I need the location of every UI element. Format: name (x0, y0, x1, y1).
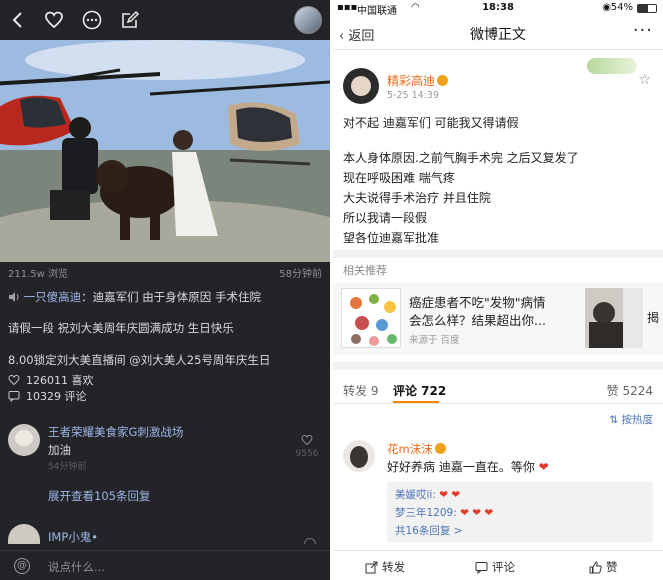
related-title-line-1: 癌症患者不吃"发物"病情 (409, 295, 546, 310)
post-author-link[interactable]: 一只傻高迪 (24, 290, 82, 304)
comment-heart-partial-icon (304, 538, 316, 544)
author-avatar[interactable] (343, 68, 379, 104)
post-date: 5-25 14:39 (387, 90, 439, 101)
navigation-bar: ‹ 返回 微博正文 ··· (333, 16, 663, 50)
section-divider (333, 250, 663, 258)
related-thumbnail (341, 288, 401, 348)
member-badge-icon (434, 443, 446, 454)
repost-button[interactable]: 转发 (365, 559, 405, 575)
commenter-avatar-2[interactable] (8, 524, 40, 544)
back-arrow-icon[interactable] (8, 10, 28, 30)
comment-icon (8, 391, 20, 402)
post-meta: 211.5w 浏览 58分钟前 (8, 265, 322, 280)
comment-time: 54分钟前 (48, 462, 87, 472)
heart-icon[interactable] (44, 10, 64, 30)
comment-text: 加油 (48, 443, 71, 457)
battery-icon (637, 4, 657, 13)
reply-line: 美媛哎ii: ❤ ❤ (395, 486, 645, 504)
more-options-icon[interactable]: ··· (633, 20, 653, 41)
comment-stat[interactable]: 10329 评论 (8, 388, 87, 404)
related-source: 来源于 百度 (409, 335, 460, 346)
food-collage-illustration (350, 294, 397, 346)
post-body-line: 现在呼吸困难 喘气疼 (343, 171, 455, 185)
tab-comments[interactable]: 评论 722 (393, 382, 446, 399)
related-heading: 相关推荐 (343, 264, 387, 277)
status-bar: ▪▪▪ 中国联通 ◠ 18:38 ◉ 54% (333, 0, 663, 17)
post-body-line: 所以我请一段假 (343, 211, 428, 225)
reply-author[interactable]: 梦三年1209: (395, 507, 457, 519)
comment-count: 10329 评论 (26, 390, 87, 403)
sort-by-hot-button[interactable]: ⇅ 按热度 (609, 412, 653, 427)
heart-emoji-icon: ❤ ❤ ❤ (460, 507, 494, 519)
post-text-line-3: 8.00锁定刘大美直播间 @刘大美人25号周年庆生日 (8, 353, 271, 367)
post-body-line: 对不起 迪嘉军们 可能我又得请假 (343, 116, 519, 130)
page-title: 微博正文 (470, 27, 526, 43)
commenter-name[interactable]: 王者荣耀美食家G刺激战场 (48, 424, 183, 440)
comment-input-bar[interactable]: @ 说点什么... (0, 550, 330, 580)
right-app-screen: ▪▪▪ 中国联通 ◠ 18:38 ◉ 54% ‹ 返回 微博正文 ··· ☆ 精… (333, 0, 663, 580)
like-heart-icon (8, 374, 20, 386)
related-thumbnail-2[interactable] (585, 288, 643, 348)
reply-line: 梦三年1209: ❤ ❤ ❤ (395, 504, 645, 522)
post-photo[interactable] (0, 40, 330, 262)
reply-preview-box[interactable]: 美媛哎ii: ❤ ❤ 梦三年1209: ❤ ❤ ❤ 共16条回复 > (387, 482, 653, 542)
commenter-avatar[interactable] (343, 440, 375, 472)
post-text-line-1: 一只傻高迪：迪嘉军们 由于身体原因 手术住院 (8, 289, 322, 305)
post-tabs: 转发 9 评论 722 赞 5224 (333, 374, 663, 404)
speaker-icon (9, 292, 19, 302)
at-mention-icon[interactable]: @ (14, 558, 30, 574)
heart-emoji-icon: ❤ (538, 460, 549, 474)
like-button[interactable]: 赞 (589, 559, 618, 575)
expand-replies-link[interactable]: 展开查看105条回复 (48, 488, 150, 504)
repost-icon (365, 561, 378, 573)
reply-author[interactable]: 美媛哎ii: (395, 489, 436, 501)
edit-icon[interactable] (120, 10, 140, 30)
comment-text: 好好养病 迪嘉一直在。等你 ❤ (387, 460, 549, 474)
comment-like-count: 9556 (295, 449, 319, 459)
related-title-line-2: 会怎么样？结果超出你... (409, 313, 546, 328)
post-time: 58分钟前 (279, 269, 322, 280)
battery-percent: 54% (610, 2, 633, 13)
post-text-line-2: 请假一段 祝刘大美周年庆圆满成功 生日快乐 (8, 321, 234, 335)
helicopter-photo-illustration (0, 40, 330, 262)
comment-like-button[interactable]: 9556 (294, 434, 320, 459)
tab-likes[interactable]: 赞 5224 (607, 382, 653, 399)
comment-input-placeholder[interactable]: 说点什么... (48, 559, 105, 575)
lock-rotation-icon: ◉ (602, 2, 611, 13)
comment-heart-icon (301, 434, 313, 446)
comment-button[interactable]: 评论 (475, 559, 515, 575)
post-body-line: 望各位迪嘉军批准 (343, 231, 440, 245)
left-app-screen: 211.5w 浏览 58分钟前 一只傻高迪：迪嘉军们 由于身体原因 手术住院 请… (0, 0, 330, 580)
author-name[interactable]: 精彩高迪 (387, 72, 449, 89)
tab-reposts[interactable]: 转发 9 (343, 382, 378, 399)
related-card-2-title-cut: 揭 (647, 311, 660, 325)
section-divider (333, 362, 663, 370)
post-body-line: 大夫说得手术治疗 并且住院 (343, 191, 491, 205)
sort-icon: ⇅ (609, 414, 622, 426)
more-circle-icon[interactable] (82, 10, 102, 30)
bottom-action-bar: 转发 评论 赞 (333, 550, 663, 580)
profile-avatar[interactable] (294, 6, 322, 34)
view-count: 211.5w 浏览 (8, 269, 68, 280)
verified-badge-icon (437, 75, 449, 86)
like-count: 126011 喜欢 (26, 374, 94, 387)
comment-icon (475, 561, 488, 574)
commenter-avatar[interactable] (8, 424, 40, 456)
left-top-bar (0, 0, 330, 40)
post-text-fragment: ：迪嘉军们 由于身体原因 手术住院 (81, 290, 261, 304)
post-body-line: 本人身体原因.之前气胸手术完 之后又复发了 (343, 151, 579, 165)
follow-star-icon[interactable]: ☆ (638, 72, 651, 88)
like-stat[interactable]: 126011 喜欢 (8, 372, 94, 388)
related-article-card[interactable]: 癌症患者不吃"发物"病情 会怎么样？结果超出你... 来源于 百度 揭 (333, 283, 663, 355)
active-tab-indicator (393, 401, 439, 403)
heart-emoji-icon: ❤ ❤ (439, 489, 461, 501)
commenter-name-2[interactable]: IMP小鬼• (48, 529, 98, 545)
decorative-badge (587, 58, 637, 74)
more-replies-link[interactable]: 共16条回复 > (395, 522, 645, 540)
thumbs-up-icon (589, 560, 602, 573)
commenter-name[interactable]: 花m沫沫 (387, 441, 446, 457)
